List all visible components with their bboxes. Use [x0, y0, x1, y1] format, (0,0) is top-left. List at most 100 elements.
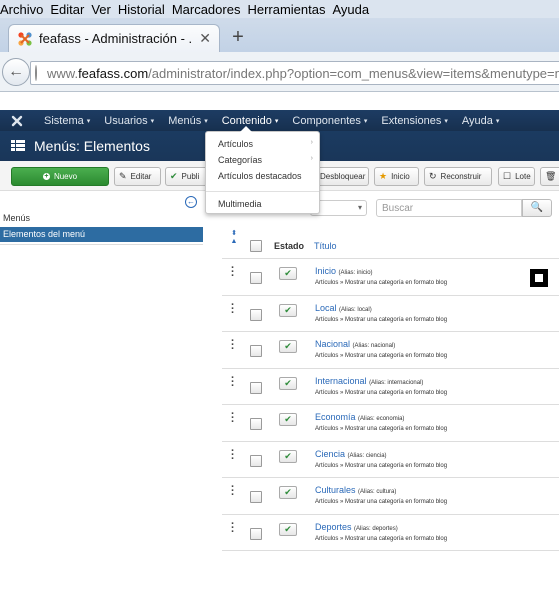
menu-archivo[interactable]: Archivo	[0, 2, 49, 17]
refresh-icon: ↻	[429, 171, 437, 181]
item-type: Artículos » Mostrar una categoría en for…	[315, 535, 448, 542]
url-path: /administrator/index.php?option=com_menu…	[148, 65, 559, 81]
drag-handle-icon[interactable]: · · ·	[231, 482, 235, 501]
item-type: Artículos » Mostrar una categoría en for…	[315, 316, 448, 323]
search-input[interactable]	[376, 199, 522, 217]
table-row: · · · ✔ Deportes (Alias: deportes) Artículos …	[222, 515, 559, 551]
back-button[interactable]: ←	[2, 58, 30, 86]
nav-menus[interactable]: Menús ▾	[161, 110, 215, 131]
edit-button[interactable]: ✎ Editar	[114, 167, 161, 186]
new-button[interactable]: + Nuevo	[11, 167, 109, 186]
sidebar-item-menu-elements[interactable]: Elementos del menú	[0, 227, 203, 242]
row-title: Culturales (Alias: cultura)	[315, 485, 396, 495]
item-alias: (Alias: inicio)	[338, 270, 373, 276]
menu-ayuda[interactable]: Ayuda	[332, 2, 375, 17]
drag-handle-icon[interactable]: · · ·	[231, 409, 235, 428]
row-title: Local (Alias: local)	[315, 303, 372, 313]
item-alias: (Alias: internacional)	[369, 379, 424, 386]
nav-sistema-label: Sistema	[44, 114, 84, 127]
item-title-link[interactable]: Ciencia	[315, 449, 345, 459]
published-status-icon[interactable]: ✔	[279, 267, 297, 280]
nav-usuarios[interactable]: Usuarios ▾	[97, 110, 161, 131]
nav-sistema[interactable]: Sistema ▾	[37, 110, 97, 131]
sidebar-item-menus[interactable]: Menús	[3, 213, 30, 223]
item-title-link[interactable]: Local	[315, 303, 337, 313]
row-checkbox[interactable]	[250, 527, 262, 540]
browser-tab[interactable]: feafass - Administración - ... ✕	[8, 24, 220, 52]
url-host: feafass.com	[78, 65, 149, 81]
item-title-link[interactable]: Culturales	[315, 485, 356, 495]
item-type: Artículos » Mostrar una categoría en for…	[315, 280, 448, 286]
search-button[interactable]: 🔍	[522, 199, 552, 217]
drag-handle-icon[interactable]: · · ·	[231, 518, 235, 537]
drag-handle-icon[interactable]: · · ·	[231, 372, 235, 391]
published-status-icon[interactable]: ✔	[279, 413, 297, 426]
item-title-link[interactable]: Deportes	[315, 522, 352, 532]
nav-ayuda[interactable]: Ayuda ▾	[455, 110, 507, 131]
home-button[interactable]: ★ Inicio	[374, 167, 419, 186]
row-checkbox[interactable]	[250, 381, 262, 394]
sort-icon[interactable]: ⬍ ▲	[230, 230, 238, 246]
item-title-link[interactable]: Economía	[315, 412, 356, 422]
row-checkbox[interactable]	[250, 491, 262, 503]
drag-handle-icon[interactable]: · · ·	[231, 336, 235, 355]
row-checkbox[interactable]	[250, 454, 262, 467]
batch-button[interactable]: ☐ Lote	[498, 167, 535, 186]
column-title[interactable]: Título	[314, 241, 337, 251]
menu-historial[interactable]: Historial	[118, 2, 171, 17]
column-status[interactable]: Estado	[274, 241, 304, 251]
url-www: www.	[47, 65, 79, 81]
item-title-link[interactable]: Internacional	[315, 376, 367, 386]
published-status-icon[interactable]: ✔	[279, 449, 297, 463]
published-status-icon[interactable]: ✔	[279, 340, 297, 353]
published-status-icon[interactable]: ✔	[279, 522, 297, 536]
dropdown-item-categorias[interactable]: Categorías	[218, 155, 262, 165]
rebuild-button[interactable]: ↻ Reconstruir	[424, 167, 492, 186]
item-type: Artículos » Mostrar una categoría en for…	[315, 462, 448, 469]
select-all-checkbox[interactable]	[250, 240, 262, 252]
edit-button-label: Editar	[130, 172, 152, 181]
published-status-icon[interactable]: ✔	[279, 376, 297, 390]
tab-title: feafass - Administración - ...	[39, 31, 194, 46]
menu-ver[interactable]: Ver	[91, 2, 117, 17]
item-title-link[interactable]: Nacional	[315, 339, 350, 349]
menu-items-table: ⬍ ▲ Estado Título · · · ✔ Inicio (Alias: inic…	[222, 226, 559, 551]
caret-down-icon: ▾	[495, 117, 500, 125]
dropdown-item-articulos[interactable]: Artículos	[218, 139, 253, 149]
row-checkbox[interactable]	[250, 418, 262, 430]
dropdown-item-articulos-destacados[interactable]: Artículos destacados	[218, 171, 302, 181]
default-home-icon[interactable]	[530, 269, 548, 287]
publish-button[interactable]: ✔ Publi	[165, 167, 210, 186]
published-status-icon[interactable]: ✔	[279, 303, 297, 317]
row-checkbox[interactable]	[250, 345, 262, 357]
drag-handle-icon[interactable]: · · ·	[231, 299, 235, 318]
unlock-button-label: Desbloquear	[320, 172, 366, 181]
new-tab-icon[interactable]: +	[228, 27, 248, 47]
nav-componentes[interactable]: Componentes ▾	[285, 110, 374, 131]
item-type: Artículos » Mostrar una categoría en for…	[315, 499, 448, 505]
joomla-logo-icon[interactable]	[11, 115, 23, 127]
submenu-arrow-icon: ›	[310, 139, 313, 146]
menu-herramientas[interactable]: Herramientas	[247, 2, 331, 17]
drag-handle-icon[interactable]: · · ·	[231, 263, 235, 282]
nav-extensiones-label: Extensiones	[381, 114, 442, 127]
drag-handle-icon[interactable]: · · ·	[231, 445, 235, 464]
item-title-link[interactable]: Inicio	[315, 266, 336, 276]
nav-extensiones[interactable]: Extensiones ▾	[374, 110, 454, 131]
plus-icon: +	[42, 173, 50, 180]
row-checkbox[interactable]	[250, 308, 262, 321]
trash-button[interactable]: 🗑	[540, 167, 559, 186]
menu-editar[interactable]: Editar	[50, 2, 90, 17]
close-tab-icon[interactable]: ✕	[199, 30, 211, 47]
unlock-button[interactable]: Desbloquear	[315, 167, 369, 186]
home-button-label: Inicio	[391, 172, 410, 181]
dropdown-divider	[206, 191, 319, 192]
edit-icon: ✎	[119, 171, 127, 181]
url-bar[interactable]: www. feafass.com/administrator/index.php?…	[30, 61, 559, 85]
batch-button-label: Lote	[515, 172, 531, 181]
menu-marcadores[interactable]: Marcadores	[172, 2, 247, 17]
sidebar-collapse-icon[interactable]: ←	[185, 196, 197, 208]
published-status-icon[interactable]: ✔	[279, 486, 297, 499]
dropdown-item-multimedia[interactable]: Multimedia	[218, 199, 262, 209]
row-checkbox[interactable]	[250, 272, 262, 284]
